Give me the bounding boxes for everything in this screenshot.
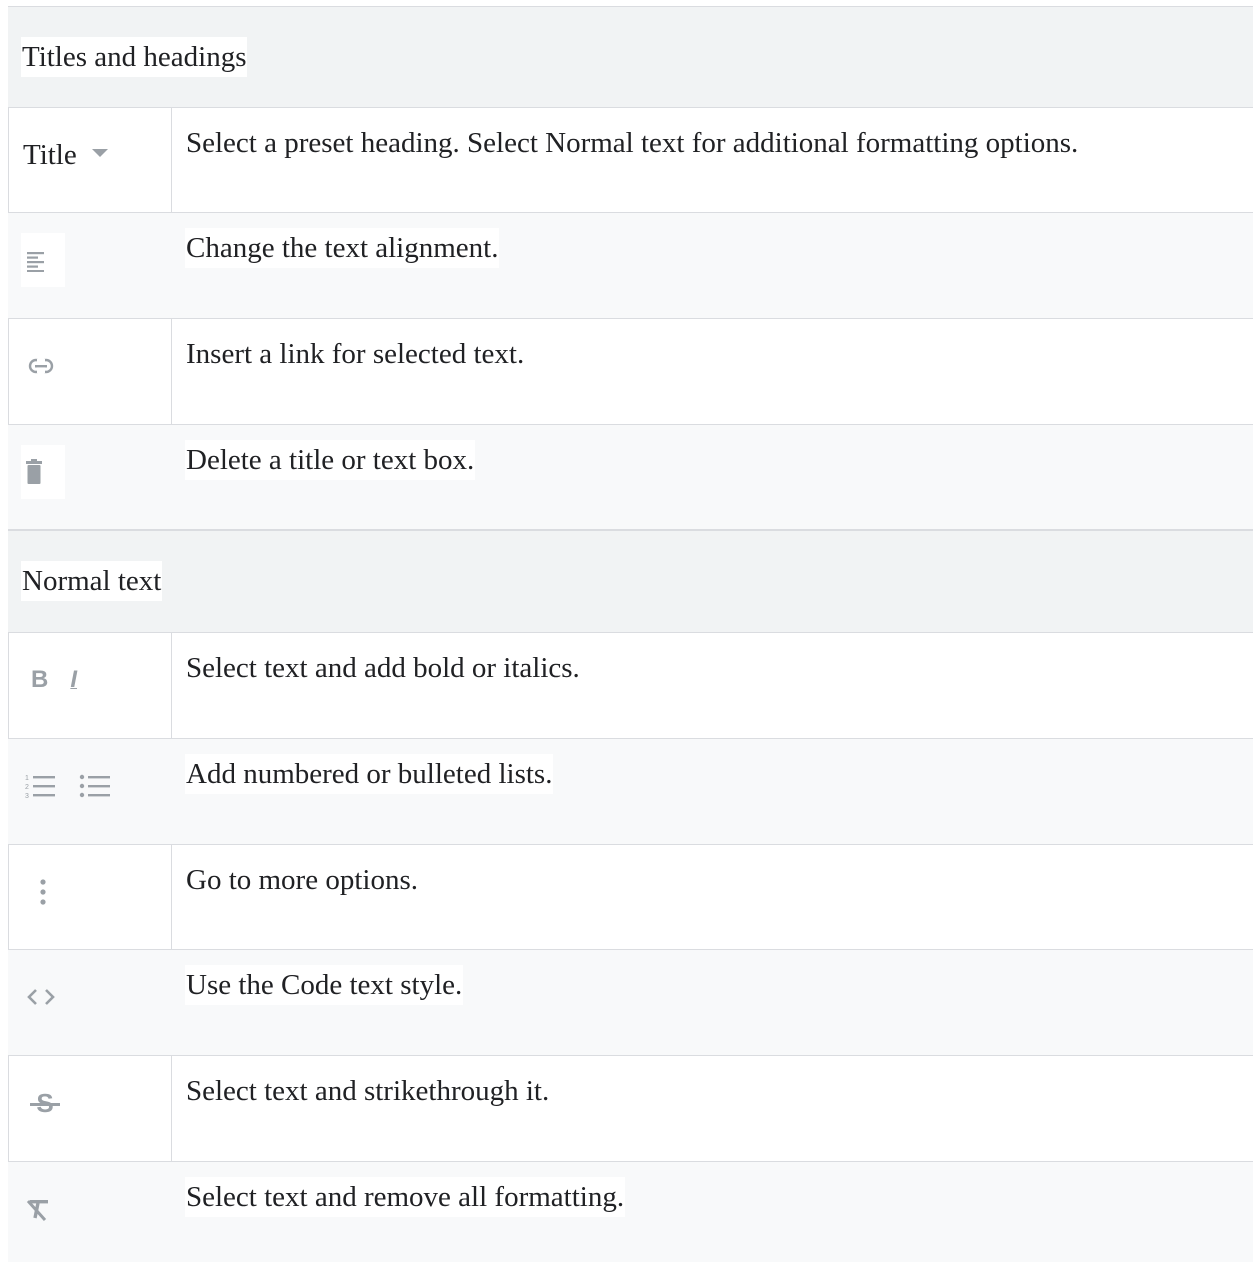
link-icon[interactable] xyxy=(21,339,61,393)
row-description: Use the Code text style. xyxy=(185,965,464,1005)
formatting-reference-table: Titles and headings Title Select a prese… xyxy=(0,0,1253,1262)
row-description: Select a preset heading. Select Normal t… xyxy=(185,123,1080,163)
row-description: Delete a title or text box. xyxy=(185,440,476,480)
row-description: Change the text alignment. xyxy=(185,228,500,268)
table-row: Go to more options. xyxy=(8,845,1253,950)
table-row: Insert a link for selected text. xyxy=(8,319,1253,425)
row-description: Select text and add bold or italics. xyxy=(185,648,581,688)
title-style-label: Title xyxy=(23,139,77,171)
code-icon[interactable] xyxy=(21,970,61,1024)
title-style-dropdown[interactable]: Title xyxy=(21,128,111,182)
bold-italic-icons: B I xyxy=(21,653,113,707)
align-left-icon[interactable] xyxy=(21,233,65,287)
dropdown-arrow-icon xyxy=(91,148,109,158)
list-icons: 1 2 3 xyxy=(21,759,113,813)
section-header-titles: Titles and headings xyxy=(8,6,1253,108)
table-row: Delete a title or text box. xyxy=(8,425,1253,530)
clear-format-icon[interactable] xyxy=(21,1182,55,1236)
table-row: B I Select text and add bold or italics. xyxy=(8,633,1253,739)
section-title: Normal text xyxy=(21,561,163,601)
trash-icon[interactable] xyxy=(21,445,65,499)
row-description: Insert a link for selected text. xyxy=(185,334,526,374)
more-vert-icon[interactable] xyxy=(21,865,65,919)
strikethrough-icon[interactable]: S xyxy=(21,1076,69,1130)
row-description: Select text and remove all formatting. xyxy=(185,1177,626,1217)
table-row: 1 2 3 Add numbered or bulleted lists. xyxy=(8,739,1253,845)
table-row: Use the Code text style. xyxy=(8,950,1253,1056)
table-row: Select text and remove all formatting. xyxy=(8,1162,1253,1262)
numbered-list-icon[interactable]: 1 2 3 xyxy=(23,773,57,799)
table-row: Change the text alignment. xyxy=(8,213,1253,319)
svg-text:2: 2 xyxy=(25,784,29,791)
bold-icon[interactable]: B xyxy=(31,666,48,694)
row-description: Add numbered or bulleted lists. xyxy=(185,754,554,794)
svg-text:1: 1 xyxy=(25,775,29,782)
table-row: Title Select a preset heading. Select No… xyxy=(8,108,1253,213)
svg-text:3: 3 xyxy=(25,793,29,799)
row-description: Select text and strikethrough it. xyxy=(185,1071,551,1111)
table-row: S Select text and strikethrough it. xyxy=(8,1056,1253,1162)
bulleted-list-icon[interactable] xyxy=(79,773,111,799)
italic-icon[interactable]: I xyxy=(70,666,77,694)
section-title: Titles and headings xyxy=(21,37,248,77)
row-description: Go to more options. xyxy=(185,860,419,900)
section-header-normal-text: Normal text xyxy=(8,530,1253,633)
